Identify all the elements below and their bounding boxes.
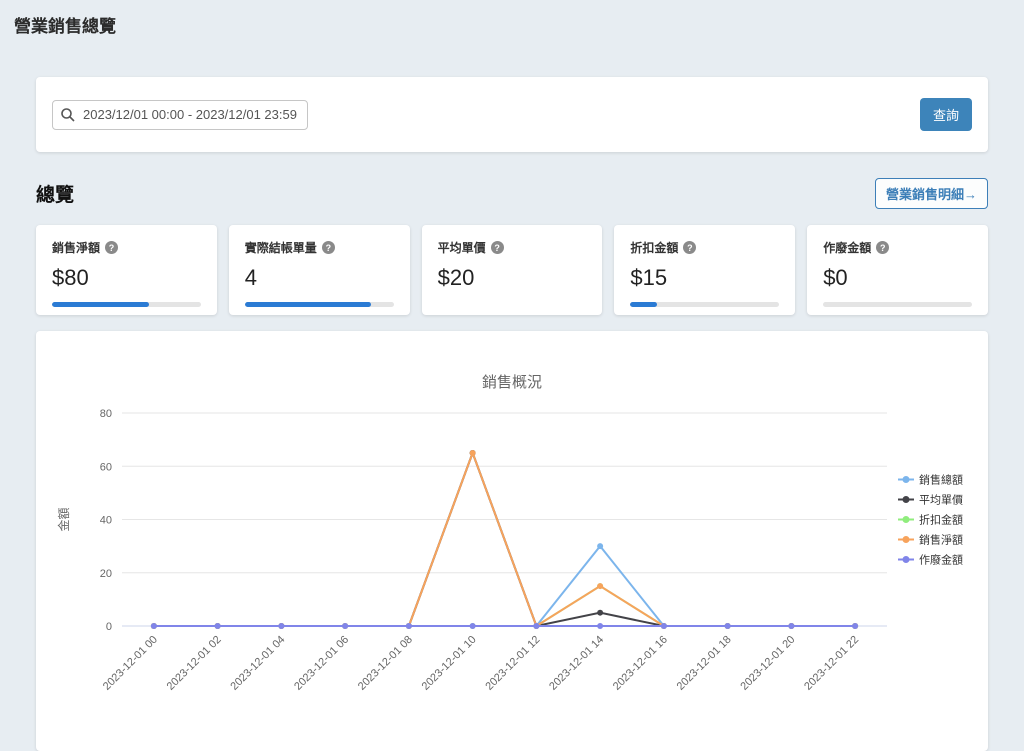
y-tick-label: 80 [100, 408, 112, 420]
legend-marker [903, 476, 910, 483]
x-tick-label: 2023-12-01 10 [420, 634, 479, 693]
stat-label: 折扣金額 [630, 239, 678, 256]
data-point-marker[interactable] [470, 623, 476, 629]
stat-progress [823, 302, 972, 307]
data-point-marker[interactable] [406, 623, 412, 629]
x-tick-label: 2023-12-01 04 [228, 634, 287, 693]
y-tick-label: 40 [100, 515, 112, 527]
sales-detail-button[interactable]: 營業銷售明細→ [875, 178, 988, 209]
stat-card: 實際結帳單量 ? 4 [229, 225, 410, 315]
data-point-marker[interactable] [597, 543, 603, 549]
stat-label: 平均單價 [438, 239, 486, 256]
stat-value: $15 [630, 265, 779, 291]
data-point-marker[interactable] [342, 623, 348, 629]
overview-heading: 總覽 [36, 180, 74, 207]
date-range-picker[interactable] [52, 100, 308, 130]
help-icon[interactable]: ? [491, 241, 504, 254]
legend-item[interactable]: 平均單價 [919, 493, 963, 507]
data-point-marker[interactable] [597, 610, 603, 616]
x-tick-label: 2023-12-01 20 [738, 634, 797, 693]
data-point-marker[interactable] [215, 623, 221, 629]
stat-value: 4 [245, 265, 394, 291]
data-point-marker[interactable] [151, 623, 157, 629]
stat-card: 作廢金額 ? $0 [807, 225, 988, 315]
stat-progress [630, 302, 779, 307]
data-point-marker[interactable] [852, 623, 858, 629]
legend-marker [903, 496, 910, 503]
stat-value: $80 [52, 265, 201, 291]
x-tick-label: 2023-12-01 06 [292, 634, 351, 693]
series-line [154, 453, 855, 626]
sales-line-chart: 020406080金額2023-12-01 002023-12-01 02202… [52, 398, 972, 710]
x-tick-label: 2023-12-01 12 [483, 634, 542, 693]
data-point-marker[interactable] [597, 583, 603, 589]
stat-progress [52, 302, 201, 307]
data-point-marker[interactable] [278, 623, 284, 629]
legend-item[interactable]: 作廢金額 [919, 553, 963, 567]
data-point-marker[interactable] [661, 623, 667, 629]
page-title: 營業銷售總覽 [0, 0, 1024, 37]
stat-progress-fill [52, 302, 149, 307]
legend-item[interactable]: 銷售淨額 [919, 533, 963, 547]
x-tick-label: 2023-12-01 08 [356, 634, 415, 693]
x-tick-label: 2023-12-01 16 [611, 634, 670, 693]
stat-progress [245, 302, 394, 307]
y-tick-label: 60 [100, 461, 112, 473]
data-point-marker[interactable] [597, 623, 603, 629]
stat-progress-fill [245, 302, 371, 307]
legend-marker [903, 516, 910, 523]
search-card: 查詢 [36, 77, 988, 152]
stat-label: 作廢金額 [823, 239, 871, 256]
chart-title: 銷售概況 [52, 371, 972, 392]
series-line [154, 586, 855, 626]
x-tick-label: 2023-12-01 22 [802, 634, 861, 693]
stat-card: 平均單價 ? $20 [422, 225, 603, 315]
search-icon [60, 107, 76, 123]
chart-card: 銷售概況 020406080金額2023-12-01 002023-12-01 … [36, 331, 988, 751]
stat-card: 銷售淨額 ? $80 [36, 225, 217, 315]
stat-label: 銷售淨額 [52, 239, 100, 256]
legend-item[interactable]: 銷售總額 [919, 473, 963, 487]
stat-card: 折扣金額 ? $15 [614, 225, 795, 315]
x-tick-label: 2023-12-01 18 [675, 634, 734, 693]
stat-value: $0 [823, 265, 972, 291]
x-tick-label: 2023-12-01 00 [101, 634, 160, 693]
stat-progress-fill [630, 302, 657, 307]
main-content: 查詢 總覽 營業銷售明細→ 銷售淨額 ? $80 實際結帳單量 ? 4 [0, 77, 1024, 751]
stat-value: $20 [438, 265, 587, 291]
y-axis-title: 金額 [56, 507, 71, 531]
help-icon[interactable]: ? [322, 241, 335, 254]
data-point-marker[interactable] [470, 450, 476, 456]
date-range-input[interactable] [52, 100, 308, 130]
query-button[interactable]: 查詢 [920, 98, 972, 131]
help-icon[interactable]: ? [683, 241, 696, 254]
help-icon[interactable]: ? [105, 241, 118, 254]
y-tick-label: 0 [106, 621, 112, 633]
data-point-marker[interactable] [533, 623, 539, 629]
x-tick-label: 2023-12-01 14 [547, 634, 606, 693]
help-icon[interactable]: ? [876, 241, 889, 254]
y-tick-label: 20 [100, 568, 112, 580]
data-point-marker[interactable] [725, 623, 731, 629]
legend-marker [903, 556, 910, 563]
overview-header: 總覽 營業銷售明細→ [36, 178, 988, 209]
legend-marker [903, 536, 910, 543]
stats-row: 銷售淨額 ? $80 實際結帳單量 ? 4 平均單價 ? $20 [36, 225, 988, 315]
stat-label: 實際結帳單量 [245, 239, 317, 256]
x-tick-label: 2023-12-01 02 [165, 634, 224, 693]
data-point-marker[interactable] [788, 623, 794, 629]
legend-item[interactable]: 折扣金額 [919, 513, 963, 527]
